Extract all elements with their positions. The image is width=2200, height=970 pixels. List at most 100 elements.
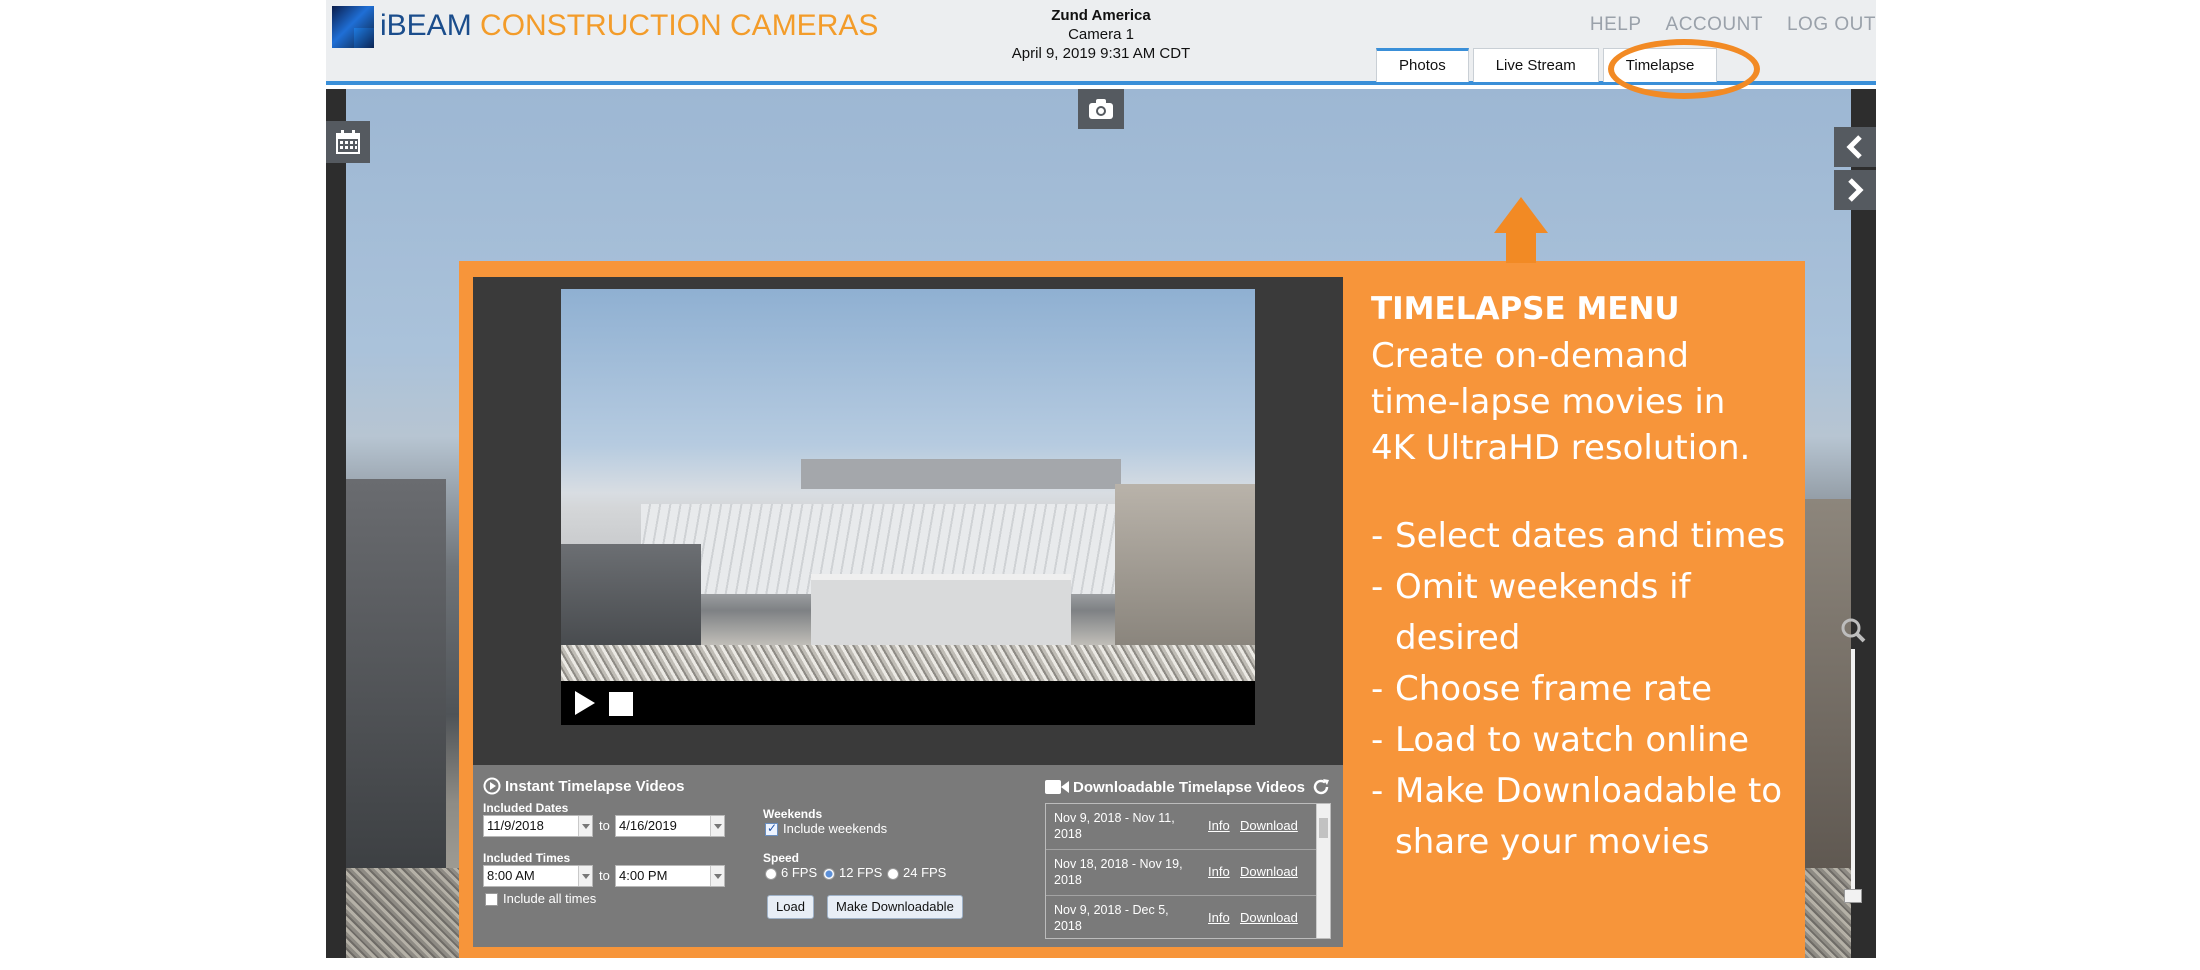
help-link[interactable]: HELP	[1590, 14, 1642, 36]
magnifier-icon[interactable]	[1840, 617, 1866, 643]
tab-live-stream[interactable]: Live Stream	[1472, 48, 1599, 82]
callout-bullet: Omit weekends if desired	[1371, 562, 1791, 664]
player-controls	[561, 681, 1255, 725]
date-to-select[interactable]: 4/16/2019	[615, 815, 725, 837]
timelapse-tab-highlight	[1608, 39, 1760, 99]
downloadable-item: Nov 18, 2018 - Nov 19, 2018 Info Downloa…	[1046, 850, 1316, 896]
downloadable-title: Downloadable Timelapse Videos	[1073, 778, 1306, 796]
make-downloadable-button[interactable]: Make Downloadable	[827, 895, 963, 919]
calendar-button[interactable]	[326, 121, 370, 163]
load-button[interactable]: Load	[767, 895, 814, 919]
app-window: iBEAM CONSTRUCTION CAMERAS Zund America …	[326, 0, 1876, 958]
speed-12fps-radio[interactable]	[823, 868, 835, 880]
callout-text: TIMELAPSE MENU Create on-demand time-lap…	[1371, 285, 1791, 868]
time-to-value: 4:00 PM	[619, 868, 668, 883]
instant-timelapse-header: Instant Timelapse Videos	[483, 777, 685, 795]
speed-6fps-radio[interactable]	[765, 868, 777, 880]
chevron-down-icon	[578, 816, 592, 836]
refresh-icon[interactable]	[1311, 777, 1331, 797]
callout-heading: TIMELAPSE MENU	[1371, 291, 1680, 327]
chevron-down-icon	[710, 816, 724, 836]
top-nav: HELP ACCOUNT LOG OUT	[1566, 14, 1876, 36]
account-link[interactable]: ACCOUNT	[1666, 14, 1763, 36]
timelapse-controls: Instant Timelapse Videos Included Dates …	[473, 765, 1343, 947]
weekends-label: Weekends	[763, 807, 823, 821]
date-from-value: 11/9/2018	[487, 818, 544, 833]
downloadable-range: Nov 9, 2018 - Dec 5, 2018	[1054, 903, 1169, 933]
info-link[interactable]: Info	[1208, 910, 1230, 925]
timelapse-callout: Instant Timelapse Videos Included Dates …	[459, 261, 1805, 958]
next-image-button[interactable]	[1834, 170, 1876, 210]
included-times-label: Included Times	[483, 851, 571, 865]
logout-link[interactable]: LOG OUT	[1787, 14, 1876, 36]
downloadable-scrollbar[interactable]	[1316, 804, 1330, 938]
downloadable-list[interactable]: Nov 9, 2018 - Nov 11, 2018 Info Download…	[1045, 803, 1331, 939]
bullet-text: Load to watch online	[1395, 720, 1750, 760]
chevron-left-icon	[1846, 135, 1862, 159]
info-link[interactable]: Info	[1208, 818, 1230, 833]
time-from-select[interactable]: 8:00 AM	[483, 865, 593, 887]
play-icon[interactable]	[575, 691, 595, 715]
snapshot-button[interactable]	[1078, 89, 1124, 129]
frame-gravel	[561, 645, 1255, 681]
frame-rooftop-units	[811, 574, 1071, 649]
timelapse-player[interactable]	[561, 289, 1255, 725]
calendar-icon	[336, 130, 360, 154]
chevron-down-icon	[710, 866, 724, 886]
previous-image-button[interactable]	[1834, 127, 1876, 167]
speed-12fps-label: 12 FPS	[839, 865, 883, 880]
speed-6fps-label: 6 FPS	[781, 865, 818, 880]
downloadable-item: Nov 9, 2018 - Nov 11, 2018 Info Download	[1046, 804, 1316, 850]
include-all-times-checkbox[interactable]	[485, 893, 498, 906]
frame-distant-building	[801, 459, 1121, 489]
speed-24fps-label: 24 FPS	[903, 865, 947, 880]
callout-line: 4K UltraHD resolution.	[1371, 428, 1751, 468]
bullet-text: Omit weekends if desired	[1395, 567, 1691, 658]
callout-line: Create on-demand	[1371, 336, 1689, 376]
callout-bullet: Make Downloadable to share your movies	[1371, 766, 1791, 868]
speed-label: Speed	[763, 851, 800, 865]
callout-bullet: Select dates and times	[1371, 511, 1791, 562]
bullet-text-continued: share your movies	[1395, 822, 1710, 862]
callout-bullets: Select dates and times Omit weekends if …	[1371, 511, 1791, 868]
timelapse-frame	[561, 289, 1255, 681]
included-dates-label: Included Dates	[483, 801, 569, 815]
dates-to-label: to	[599, 818, 610, 833]
callout-bullet: Load to watch online	[1371, 715, 1791, 766]
download-link[interactable]: Download	[1240, 910, 1298, 925]
times-to-label: to	[599, 868, 610, 883]
download-link[interactable]: Download	[1240, 818, 1298, 833]
time-to-select[interactable]: 4:00 PM	[615, 865, 725, 887]
tab-photos[interactable]: Photos	[1376, 48, 1469, 82]
callout-arrow	[1494, 197, 1548, 233]
callout-line: time-lapse movies in	[1371, 382, 1726, 422]
instant-timelapse-title: Instant Timelapse Videos	[505, 777, 685, 795]
callout-bullet: Choose frame rate	[1371, 664, 1791, 715]
play-circle-icon	[483, 777, 501, 795]
chevron-right-icon	[1848, 178, 1864, 202]
speed-24fps-radio[interactable]	[887, 868, 899, 880]
zoom-slider-handle[interactable]	[1844, 889, 1862, 903]
callout-arrow-stem	[1506, 231, 1536, 263]
bullet-text: Make Downloadable to	[1395, 771, 1783, 811]
downloadable-item: Nov 9, 2018 - Dec 5, 2018 Info Download	[1046, 896, 1316, 938]
time-from-value: 8:00 AM	[487, 868, 535, 883]
info-link[interactable]: Info	[1208, 864, 1230, 879]
bullet-text: Select dates and times	[1395, 516, 1786, 556]
scrollbar-thumb[interactable]	[1319, 818, 1328, 838]
timelapse-panel: Instant Timelapse Videos Included Dates …	[473, 277, 1343, 947]
include-all-times-label: Include all times	[503, 891, 597, 906]
bullet-text: Choose frame rate	[1395, 669, 1713, 709]
camera-icon	[1089, 99, 1113, 119]
camera-viewer: Instant Timelapse Videos Included Dates …	[326, 89, 1876, 958]
photo-left-building	[346, 479, 446, 869]
downloadable-header: Downloadable Timelapse Videos	[1045, 777, 1331, 797]
chevron-down-icon	[578, 866, 592, 886]
downloadable-range: Nov 18, 2018 - Nov 19, 2018	[1054, 857, 1183, 887]
stop-icon[interactable]	[609, 692, 633, 716]
include-weekends-checkbox[interactable]	[765, 821, 778, 836]
downloadable-range: Nov 9, 2018 - Nov 11, 2018	[1054, 811, 1175, 841]
zoom-slider-track[interactable]	[1851, 649, 1855, 899]
download-link[interactable]: Download	[1240, 864, 1298, 879]
date-from-select[interactable]: 11/9/2018	[483, 815, 593, 837]
